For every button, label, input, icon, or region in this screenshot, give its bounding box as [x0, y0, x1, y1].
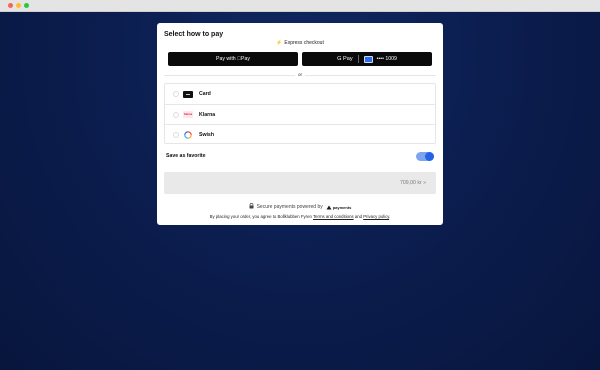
terms-link[interactable]: Terms and conditions	[313, 214, 354, 219]
swish-icon	[183, 130, 193, 139]
save-favorite-toggle[interactable]	[416, 152, 434, 161]
divider	[357, 55, 359, 63]
express-checkout-label: Express checkout	[284, 40, 324, 46]
payment-method-label: Card	[199, 91, 211, 97]
pay-button-label: 709,00 kr »	[400, 180, 426, 186]
terms-prefix: By placing your order, you agree to Boll…	[209, 214, 312, 219]
privacy-link[interactable]: Privacy policy	[363, 214, 389, 219]
secure-payments-note: Secure payments powered by payments	[157, 202, 443, 211]
payment-method-label: Klarna	[199, 111, 216, 118]
window-titlebar	[0, 0, 600, 12]
or-divider: or	[157, 72, 443, 77]
apple-pay-button[interactable]: Pay with Pay	[168, 52, 298, 66]
page-title: Select how to pay	[164, 31, 224, 38]
google-pay-brand: G Pay	[337, 56, 353, 62]
klarna-icon: Klarna	[183, 111, 193, 118]
pay-button[interactable]: 709,00 kr »	[164, 172, 436, 194]
secure-payments-text: Secure payments powered by	[256, 204, 323, 210]
terms-and: and	[354, 214, 362, 219]
klarna-radio[interactable]	[173, 111, 179, 118]
payment-method-klarna[interactable]: Klarna Klarna	[165, 104, 435, 124]
card-radio[interactable]	[173, 91, 179, 97]
provider-logo-icon	[326, 205, 332, 209]
swish-radio[interactable]	[173, 131, 179, 138]
payment-method-list: Card Klarna Klarna Swish	[164, 83, 436, 144]
masked-card-number: •••• 1009	[376, 56, 397, 62]
payment-panel: Select how to pay ⚡ Express checkout Pay …	[157, 23, 443, 225]
lightning-icon: ⚡	[276, 40, 283, 46]
provider-logo: payments	[326, 204, 352, 210]
close-window-button[interactable]	[8, 3, 13, 8]
terms-suffix: .	[389, 214, 391, 219]
maximize-window-button[interactable]	[24, 3, 29, 8]
save-favorite-label: Save as favorite	[166, 153, 206, 159]
terms-notice: By placing your order, you agree to Boll…	[157, 214, 443, 219]
payment-method-card[interactable]: Card	[165, 84, 435, 104]
minimize-window-button[interactable]	[16, 3, 21, 8]
payment-method-swish[interactable]: Swish	[165, 124, 435, 144]
credit-card-icon	[183, 90, 193, 98]
google-pay-button[interactable]: G Pay •••• 1009	[302, 52, 432, 66]
express-checkout-heading: ⚡ Express checkout	[157, 40, 443, 46]
payment-method-label: Swish	[199, 131, 214, 138]
provider-name: payments	[332, 204, 352, 210]
browser-window: Select how to pay ⚡ Express checkout Pay …	[0, 0, 600, 370]
apple-pay-label: Pay with Pay	[216, 56, 250, 62]
lock-icon	[249, 202, 254, 211]
saved-card-icon	[363, 55, 373, 63]
toggle-knob	[425, 152, 434, 161]
or-label: or	[294, 72, 306, 77]
